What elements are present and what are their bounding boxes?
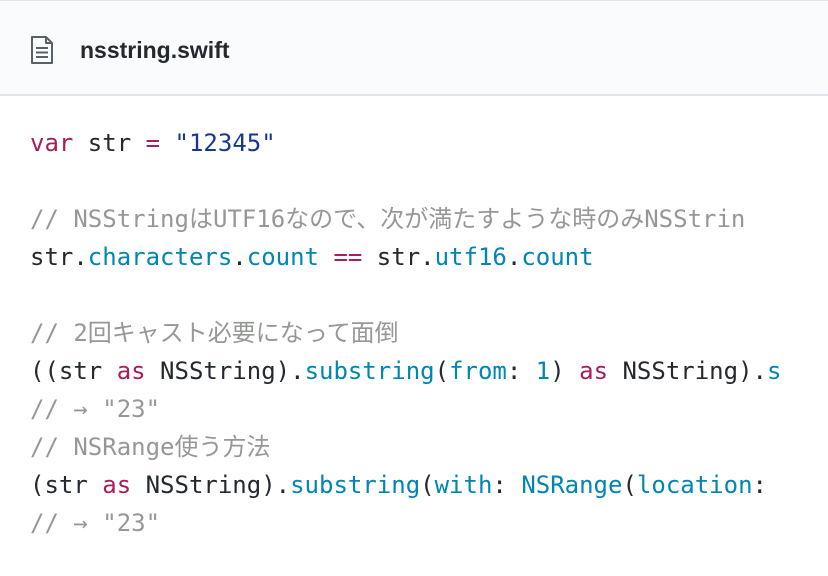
code-line-4: str.characters.count == str.utf16.count <box>30 240 594 274</box>
code-line-8-comment: // → "23" <box>30 395 161 423</box>
operator-token: == <box>333 243 363 271</box>
keyword-token: as <box>579 357 609 385</box>
text-token: : <box>506 357 536 385</box>
text-token: ((str <box>30 357 117 385</box>
type-token: NSRange <box>521 471 623 499</box>
function-token: s <box>766 357 782 385</box>
code-line-11-comment: // → "23" <box>30 509 161 537</box>
property-token: characters <box>87 243 233 271</box>
text-token: . <box>506 243 522 271</box>
code-line-10: (str as NSString).substring(with: NSRang… <box>30 468 767 502</box>
text-token: str. <box>362 243 435 271</box>
argument-label-token: with <box>434 471 493 499</box>
property-token: count <box>521 243 594 271</box>
number-literal-token: 1 <box>535 357 551 385</box>
text-token: (str <box>30 471 103 499</box>
code-block: var str = "12345" // NSStringはUTF16なので、次… <box>0 96 828 576</box>
code-line-6-comment: // 2回キャスト必要になって面倒 <box>30 319 399 347</box>
text-token: . <box>232 243 247 271</box>
code-line-7: ((str as NSString).substring(from: 1) as… <box>30 354 781 388</box>
property-token: count <box>246 243 319 271</box>
text-token: ( <box>622 471 637 499</box>
string-literal-token: "12345" <box>174 129 276 157</box>
operator-token: = <box>145 129 161 157</box>
keyword-token: var <box>30 129 74 157</box>
text-token: NSString). <box>131 471 291 499</box>
function-token: substring <box>304 357 435 385</box>
property-token: utf16 <box>434 243 507 271</box>
text-token: NSString). <box>608 357 767 385</box>
keyword-token: as <box>102 471 132 499</box>
text-token: ) <box>550 357 580 385</box>
text-token: str <box>73 129 146 157</box>
argument-label-token: from <box>449 357 507 385</box>
code-line-1: var str = "12345" <box>30 126 276 160</box>
text-token: ( <box>434 357 450 385</box>
text-token: NSString). <box>145 357 305 385</box>
code-file-view: nsstring.swift var str = "12345" // NSSt… <box>0 0 828 576</box>
text-token: : <box>492 471 522 499</box>
file-name[interactable]: nsstring.swift <box>80 31 230 69</box>
argument-label-token: location <box>636 471 753 499</box>
text-token: ( <box>420 471 435 499</box>
text-token: str. <box>30 243 88 271</box>
file-icon <box>31 36 53 64</box>
code-line-9-comment: // NSRange使う方法 <box>30 433 271 461</box>
text-token: : <box>752 471 767 499</box>
keyword-token: as <box>116 357 146 385</box>
file-header: nsstring.swift <box>0 0 828 96</box>
function-token: substring <box>290 471 421 499</box>
code-line-3-comment: // NSStringはUTF16なので、次が満たすような時のみNSStrin <box>30 205 746 233</box>
